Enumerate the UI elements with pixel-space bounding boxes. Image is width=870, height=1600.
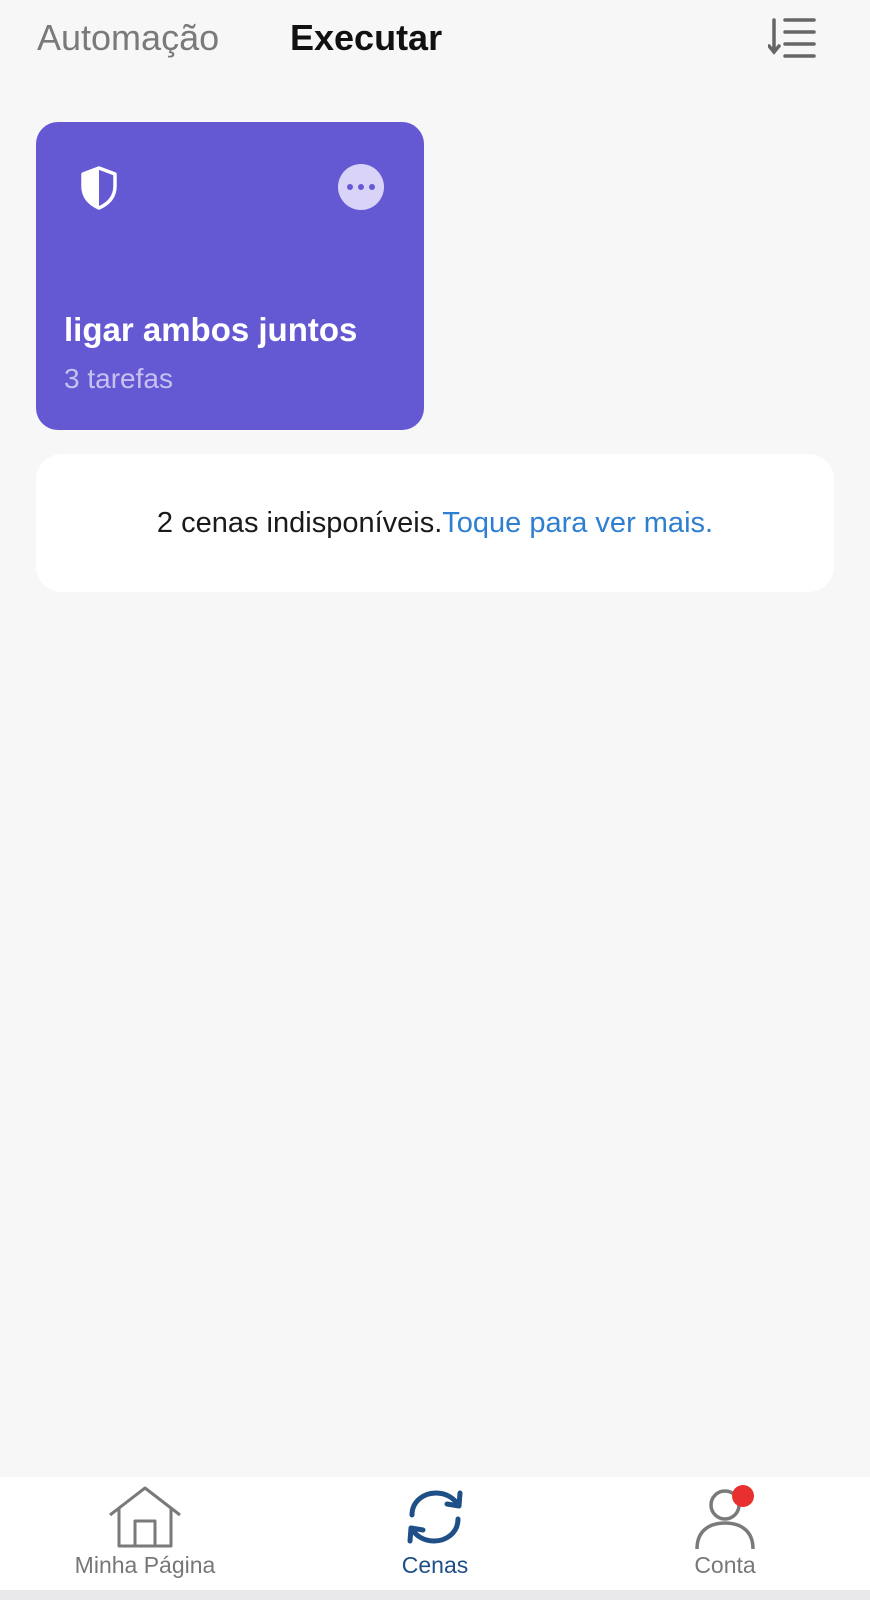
scene-title: ligar ambos juntos: [64, 311, 358, 348]
unavailable-text: 2 cenas indisponíveis.: [156, 506, 443, 539]
more-dots-icon: [347, 184, 353, 190]
nav-label-minha-pagina: Minha Página: [74, 1552, 216, 1578]
notification-badge: [732, 1485, 754, 1507]
sort-list-icon: [767, 18, 816, 58]
top-tab-bar: Automação Executar: [0, 0, 870, 80]
see-more-link[interactable]: Toque para ver mais.: [442, 507, 713, 540]
scene-card[interactable]: ligar ambos juntos 3 tarefas: [36, 122, 424, 430]
shield-icon: [81, 166, 117, 210]
system-nav-strip: [0, 1590, 870, 1600]
unavailable-scenes-notice[interactable]: 2 cenas indisponíveis. Toque para ver mai…: [36, 454, 834, 592]
sort-button[interactable]: [767, 14, 820, 62]
home-icon: [109, 1486, 181, 1548]
scenes-sync-icon: [407, 1490, 463, 1544]
scene-task-count: 3 tarefas: [64, 363, 173, 394]
tab-automacao[interactable]: Automação: [37, 16, 219, 60]
nav-minha-pagina[interactable]: Minha Página: [25, 1477, 265, 1590]
bottom-nav: Minha Página Cenas Conta: [0, 1477, 870, 1590]
nav-label-cenas: Cenas: [401, 1552, 469, 1578]
nav-cenas[interactable]: Cenas: [315, 1477, 555, 1590]
nav-label-conta: Conta: [694, 1552, 756, 1578]
tab-executar[interactable]: Executar: [290, 16, 442, 60]
nav-conta[interactable]: Conta: [605, 1477, 845, 1590]
more-options-button[interactable]: [338, 164, 384, 210]
